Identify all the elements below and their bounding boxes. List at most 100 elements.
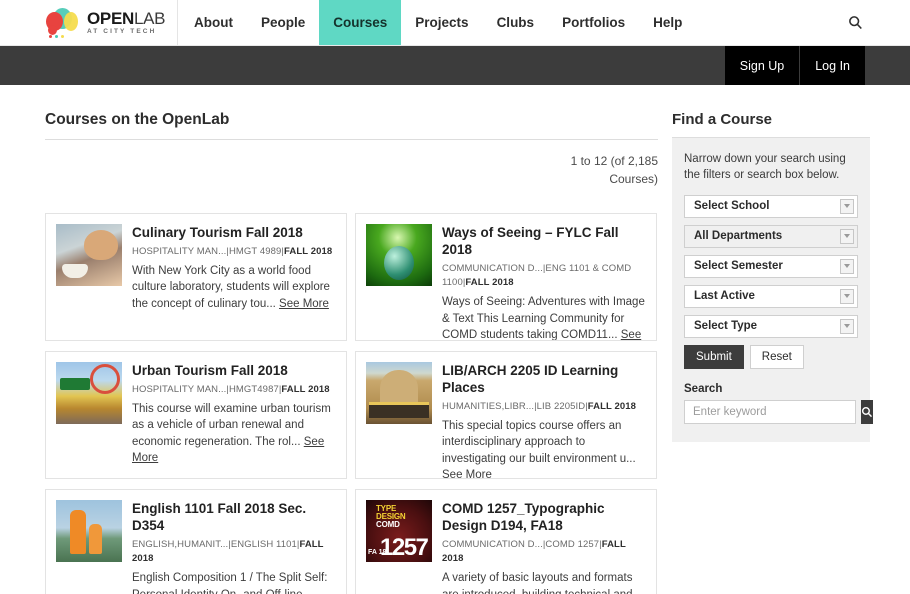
logo-name-bold: OPEN: [87, 8, 134, 28]
course-department: HOSPITALITY MAN...: [132, 245, 227, 257]
course-department: HUMANITIES,LIBR...: [442, 400, 535, 412]
course-meta: COMMUNICATION D...|ENG 1101 & COMD 1100|…: [442, 262, 632, 288]
sidebar-search-row: [684, 399, 873, 424]
logo-name-light: LAB: [133, 8, 166, 28]
course-card[interactable]: TYPE DESIGN COMD FA 18 1257 COMD 1257_Ty…: [355, 489, 657, 594]
course-description-text: Ways of Seeing: Adventures with Image & …: [442, 296, 645, 341]
course-description: With New York City as a world food cultu…: [132, 263, 336, 312]
course-description: A variety of basic layouts and formats a…: [442, 570, 646, 594]
results-count-line2: Courses): [609, 172, 658, 186]
nav-item-portfolios[interactable]: Portfolios: [548, 0, 639, 45]
search-section-label: Search: [684, 382, 723, 395]
course-term: FALL 2018: [281, 383, 330, 395]
course-thumbnail-icon: TYPE DESIGN COMD FA 18 1257: [366, 500, 432, 562]
results-count-line1: 1 to 12 (of 2,185: [570, 154, 658, 168]
logo-tagline: AT CITY TECH: [87, 27, 157, 35]
see-more-link[interactable]: See More: [442, 469, 492, 478]
course-department: ENGLISH,HUMANIT...: [132, 538, 229, 550]
logo-wordmark: OPENLAB AT CITY TECH: [87, 8, 166, 36]
chevron-down-icon: [840, 318, 854, 334]
course-thumbnail-icon: [366, 362, 432, 424]
nav-item-about[interactable]: About: [180, 0, 247, 45]
select-last-active-dropdown[interactable]: Last Active: [684, 284, 858, 308]
course-card[interactable]: English 1101 Fall 2018 Sec. D354 ENGLISH…: [45, 489, 347, 594]
course-card[interactable]: Ways of Seeing – FYLC Fall 2018 COMMUNIC…: [355, 213, 657, 341]
course-meta: COMMUNICATION D...|COMD 1257|FALL 2018: [442, 538, 626, 564]
nav-item-projects[interactable]: Projects: [401, 0, 482, 45]
select-school-dropdown[interactable]: Select School: [684, 194, 858, 218]
course-term: FALL 2018: [283, 245, 333, 257]
submit-button[interactable]: Submit: [684, 344, 744, 369]
course-code: HMGT4987: [228, 383, 279, 395]
nav-item-courses[interactable]: Courses: [319, 0, 402, 45]
chevron-down-icon: [840, 198, 854, 214]
course-meta: HOSPITALITY MAN...|HMGT4987|FALL 2018: [132, 383, 330, 395]
course-title[interactable]: COMD 1257_Typographic Design D194, FA18: [442, 501, 646, 535]
page-body: Courses on the OpenLab 1 to 12 (of 2,185…: [0, 85, 910, 594]
select-department-dropdown[interactable]: All Departments: [684, 224, 858, 248]
course-card[interactable]: Urban Tourism Fall 2018 HOSPITALITY MAN.…: [45, 351, 347, 479]
course-description: This course will examine urban tourism a…: [132, 401, 336, 466]
course-code: LIB 2205ID: [536, 400, 586, 412]
nav-item-clubs[interactable]: Clubs: [483, 0, 549, 45]
course-description: English Composition 1 / The Split Self: …: [132, 570, 336, 594]
course-meta: HUMANITIES,LIBR...|LIB 2205ID|FALL 2018: [442, 400, 637, 412]
course-title[interactable]: Urban Tourism Fall 2018: [132, 363, 336, 380]
course-description-text: This special topics course offers an int…: [442, 420, 636, 465]
course-thumbnail-icon: [366, 224, 432, 286]
course-description-text: English Composition 1 / The Split Self: …: [132, 572, 328, 594]
course-code: HMGT 4989: [228, 245, 282, 257]
courses-main-column: Courses on the OpenLab 1 to 12 (of 2,185…: [45, 85, 658, 594]
course-code: ENGLISH 1101: [230, 538, 297, 550]
course-department: COMMUNICATION D...: [442, 538, 543, 550]
search-icon[interactable]: [844, 12, 866, 34]
main-nav-items: About People Courses Projects Clubs Port…: [180, 0, 696, 45]
course-description-text: This course will examine urban tourism a…: [132, 403, 331, 448]
filter-button-row: Submit Reset: [684, 344, 858, 369]
sign-up-button[interactable]: Sign Up: [724, 46, 800, 85]
course-term: FALL 2018: [465, 277, 514, 288]
nav-item-people[interactable]: People: [247, 0, 319, 45]
top-navigation-bar: OPENLAB AT CITY TECH About People Course…: [0, 0, 910, 46]
course-thumbnail-icon: [56, 224, 122, 286]
course-description-text: A variety of basic layouts and formats a…: [442, 572, 633, 594]
sidebar-title: Find a Course: [672, 85, 870, 138]
course-department: COMMUNICATION D...: [442, 262, 543, 274]
course-title[interactable]: English 1101 Fall 2018 Sec. D354: [132, 501, 336, 535]
select-type-dropdown[interactable]: Select Type: [684, 314, 858, 338]
course-card[interactable]: Culinary Tourism Fall 2018 HOSPITALITY M…: [45, 213, 347, 341]
thumb-number: 1257: [380, 534, 429, 561]
chevron-down-icon: [840, 258, 854, 274]
sidebar-filter-box: Narrow down your search using the filter…: [672, 138, 873, 442]
course-title[interactable]: Ways of Seeing – FYLC Fall 2018: [442, 225, 646, 259]
page-title: Courses on the OpenLab: [45, 85, 658, 140]
sidebar-find-a-course: Find a Course Narrow down your search us…: [672, 85, 873, 594]
select-semester-dropdown[interactable]: Select Semester: [684, 254, 858, 278]
site-logo[interactable]: OPENLAB AT CITY TECH: [0, 0, 178, 45]
course-code: COMD 1257: [545, 538, 600, 550]
sidebar-intro-text: Narrow down your search using the filter…: [684, 153, 846, 182]
openlab-bubbles-logo-icon: [46, 7, 80, 38]
course-meta: ENGLISH,HUMANIT...|ENGLISH 1101|FALL 201…: [132, 538, 324, 564]
course-title[interactable]: LIB/ARCH 2205 ID Learning Places: [442, 363, 646, 397]
course-term: FALL 2018: [587, 400, 637, 412]
course-grid: Culinary Tourism Fall 2018 HOSPITALITY M…: [45, 213, 658, 594]
log-in-button[interactable]: Log In: [799, 46, 865, 85]
thumb-line3: COMD: [376, 520, 400, 529]
course-card[interactable]: LIB/ARCH 2205 ID Learning Places HUMANIT…: [355, 351, 657, 479]
nav-item-help[interactable]: Help: [639, 0, 696, 45]
course-meta: HOSPITALITY MAN...|HMGT 4989|FALL 2018: [132, 245, 333, 257]
search-input[interactable]: [684, 399, 856, 424]
select-last-active-label: Last Active: [694, 290, 755, 303]
course-thumbnail-icon: [56, 500, 122, 562]
reset-button[interactable]: Reset: [749, 344, 804, 369]
search-submit-button[interactable]: [861, 399, 873, 424]
course-thumbnail-icon: [56, 362, 122, 424]
select-semester-label: Select Semester: [694, 260, 783, 273]
see-more-link[interactable]: See More: [279, 298, 329, 310]
course-title[interactable]: Culinary Tourism Fall 2018: [132, 225, 336, 242]
select-department-label: All Departments: [694, 230, 783, 243]
course-description: This special topics course offers an int…: [442, 418, 646, 478]
course-description: Ways of Seeing: Adventures with Image & …: [442, 294, 646, 341]
chevron-down-icon: [840, 288, 854, 304]
